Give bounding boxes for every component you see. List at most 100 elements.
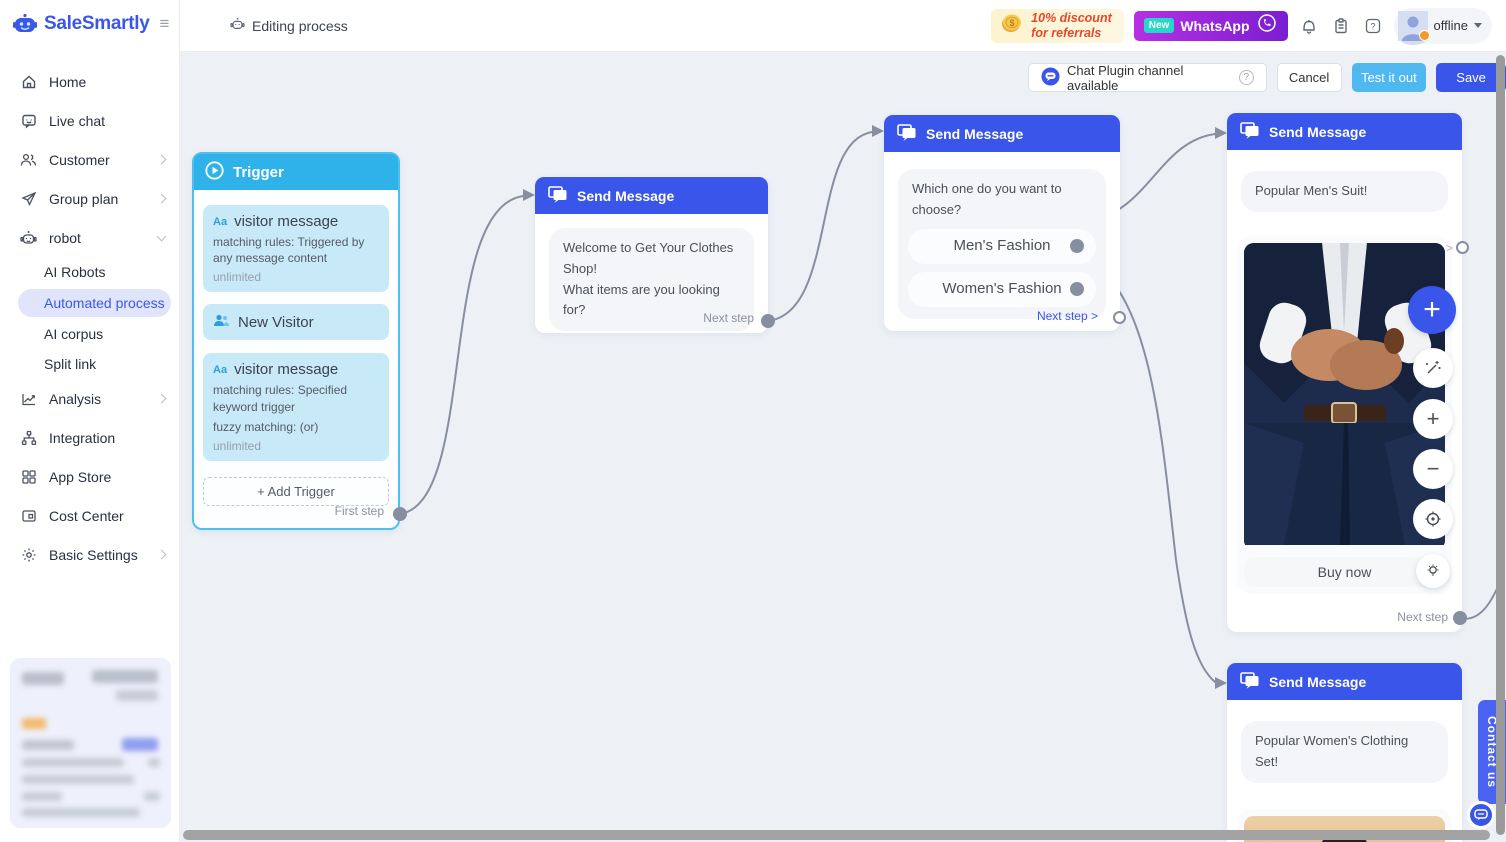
sidebar-item-app-store[interactable]: App Store bbox=[0, 457, 179, 496]
option-port-mens[interactable] bbox=[1070, 239, 1084, 254]
sidebar-item-basic-settings[interactable]: Basic Settings bbox=[0, 535, 179, 574]
clipboard-icon[interactable] bbox=[1330, 15, 1352, 37]
chevron-down-icon bbox=[156, 231, 167, 241]
contact-chat-icon[interactable] bbox=[1467, 801, 1495, 829]
node-header[interactable]: Send Message bbox=[884, 115, 1120, 152]
send-message-node-2[interactable]: Send Message Which one do you want to ch… bbox=[884, 115, 1120, 331]
send-message-icon bbox=[548, 185, 568, 206]
notifications-bell-icon[interactable] bbox=[1298, 15, 1320, 37]
send-message-icon bbox=[897, 123, 917, 144]
sidebar-item-robot[interactable]: robot bbox=[0, 218, 179, 257]
sidebar-collapse-icon[interactable]: ≡ bbox=[160, 14, 170, 34]
topbar: Editing process $ 10% discount for refer… bbox=[180, 0, 1506, 52]
user-status: offline bbox=[1433, 18, 1468, 33]
horizontal-scrollbar[interactable] bbox=[183, 830, 1490, 840]
next-step-label: Next step bbox=[703, 311, 754, 325]
whatsapp-icon bbox=[1256, 12, 1278, 39]
add-node-button[interactable]: + bbox=[1408, 286, 1456, 334]
new-visitor-icon bbox=[213, 313, 230, 332]
logo-robot-icon bbox=[12, 12, 38, 36]
user-menu[interactable]: offline bbox=[1393, 7, 1492, 45]
add-trigger-button[interactable]: + Add Trigger bbox=[203, 476, 389, 506]
sidebar-item-customer[interactable]: Customer bbox=[0, 140, 179, 179]
whatsapp-banner[interactable]: New WhatsApp bbox=[1133, 10, 1288, 41]
chevron-right-icon bbox=[156, 154, 167, 165]
topbar-right: $ 10% discount for referrals New WhatsAp… bbox=[991, 7, 1506, 45]
node-header[interactable]: Send Message bbox=[535, 177, 768, 214]
send-message-icon bbox=[1240, 671, 1260, 692]
sidebar-item-analysis[interactable]: Analysis bbox=[0, 379, 179, 418]
trigger-node-header[interactable]: Trigger bbox=[194, 154, 398, 190]
send-message-node-4[interactable]: Send Message Popular Women's Clothing Se… bbox=[1227, 663, 1462, 842]
test-it-out-button[interactable]: Test it out bbox=[1351, 63, 1427, 92]
buy-now-button[interactable]: Buy now bbox=[1244, 556, 1445, 587]
chat-plugin-channel-button[interactable]: Chat Plugin channel available ? bbox=[1028, 63, 1267, 93]
trigger-item-visitor-message-2[interactable]: Aa visitor message matching rules: Speci… bbox=[203, 353, 389, 461]
svg-text:?: ? bbox=[1370, 21, 1375, 31]
help-icon[interactable]: ? bbox=[1362, 15, 1384, 37]
next-step-open-port[interactable] bbox=[1113, 311, 1126, 324]
logo[interactable]: SaleSmartly ≡ bbox=[0, 0, 179, 46]
next-step-port[interactable] bbox=[1453, 611, 1467, 625]
option-button-womens-fashion[interactable]: Women's Fashion bbox=[908, 271, 1096, 307]
gear-icon bbox=[20, 546, 37, 563]
chat-plugin-help-icon[interactable]: ? bbox=[1239, 70, 1254, 85]
chevron-right-icon bbox=[156, 393, 167, 404]
promo-line2: for referrals bbox=[1031, 25, 1102, 40]
magic-wand-button[interactable] bbox=[1413, 348, 1453, 388]
sidebar-item-cost-center[interactable]: Cost Center bbox=[0, 496, 179, 535]
question-bubble[interactable]: Which one do you want to choose? Men's F… bbox=[898, 169, 1106, 319]
locate-center-button[interactable] bbox=[1413, 499, 1453, 539]
element-open-port[interactable] bbox=[1456, 241, 1469, 254]
question-text: Which one do you want to choose? bbox=[912, 181, 1062, 217]
analysis-icon bbox=[20, 390, 37, 407]
next-step-label: Next step bbox=[1397, 610, 1448, 624]
trigger-item-new-visitor[interactable]: New Visitor bbox=[203, 304, 389, 341]
send-message-node-1[interactable]: Send Message Welcome to Get Your Clothes… bbox=[535, 177, 768, 333]
message-bubble[interactable]: Popular Women's Clothing Set! bbox=[1241, 721, 1448, 783]
element-next-chevron: > bbox=[1446, 241, 1454, 255]
whatsapp-label: WhatsApp bbox=[1180, 17, 1250, 34]
sidebar-item-integration[interactable]: Integration bbox=[0, 418, 179, 457]
page: SaleSmartly ≡ Home Live chat Customer Gr… bbox=[0, 0, 1506, 842]
text-type-icon: Aa bbox=[213, 363, 228, 376]
sidebar-menu: Home Live chat Customer Group plan robot bbox=[0, 62, 179, 574]
play-icon bbox=[205, 160, 224, 184]
svg-text:$: $ bbox=[1010, 18, 1015, 28]
next-step-label[interactable]: Next step > bbox=[1037, 309, 1098, 323]
cancel-button[interactable]: Cancel bbox=[1276, 63, 1342, 92]
option-port-womens[interactable] bbox=[1070, 282, 1084, 297]
node-header[interactable]: Send Message bbox=[1227, 113, 1462, 150]
mens-suit-image bbox=[1244, 242, 1445, 550]
trigger-node[interactable]: Trigger Aa visitor message matching rule… bbox=[192, 152, 400, 530]
zoom-out-button[interactable]: − bbox=[1413, 449, 1453, 489]
sidebar-item-ai-robots[interactable]: AI Robots bbox=[0, 257, 179, 287]
trigger-item-visitor-message-1[interactable]: Aa visitor message matching rules: Trigg… bbox=[203, 205, 389, 293]
status-dot bbox=[1418, 29, 1430, 41]
sidebar-item-ai-corpus[interactable]: AI corpus bbox=[0, 319, 179, 349]
text-type-icon: Aa bbox=[213, 215, 228, 228]
coin-icon: $ bbox=[999, 11, 1025, 40]
zoom-in-button[interactable]: + bbox=[1413, 399, 1453, 439]
app-store-icon bbox=[20, 468, 37, 485]
sidebar-item-home[interactable]: Home bbox=[0, 62, 179, 101]
sidebar-item-automated-process[interactable]: Automated process bbox=[18, 289, 171, 317]
caret-down-icon bbox=[1474, 23, 1482, 28]
promo-line1: 10% discount bbox=[1031, 11, 1112, 26]
first-step-port[interactable] bbox=[393, 507, 407, 521]
tips-bulb-button[interactable] bbox=[1416, 554, 1450, 588]
vertical-scrollbar[interactable] bbox=[1496, 55, 1505, 835]
sidebar-item-group-plan[interactable]: Group plan bbox=[0, 179, 179, 218]
chevron-right-icon bbox=[156, 193, 167, 204]
referral-promo-banner[interactable]: $ 10% discount for referrals bbox=[991, 8, 1124, 43]
option-button-mens-fashion[interactable]: Men's Fashion bbox=[908, 228, 1096, 264]
app-name: SaleSmartly bbox=[44, 13, 150, 34]
sidebar-item-split-link[interactable]: Split link bbox=[0, 349, 179, 379]
send-plan-icon bbox=[20, 190, 37, 207]
message-bubble[interactable]: Popular Men's Suit! bbox=[1241, 171, 1448, 212]
robot-icon bbox=[20, 229, 37, 246]
customer-icon bbox=[20, 151, 37, 168]
sidebar-item-live-chat[interactable]: Live chat bbox=[0, 101, 179, 140]
next-step-port[interactable] bbox=[761, 314, 775, 328]
node-header[interactable]: Send Message bbox=[1227, 663, 1462, 700]
